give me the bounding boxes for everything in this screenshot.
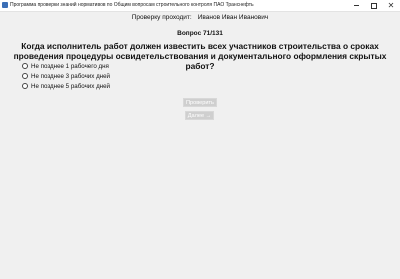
app-icon: [2, 2, 8, 8]
answer-option-label: Не позднее 5 рабочих дней: [31, 82, 110, 90]
close-icon: ✕: [387, 0, 395, 10]
maximize-button[interactable]: [367, 0, 381, 11]
app-window: Программа проверки знаний нормативов по …: [0, 0, 400, 279]
minimize-icon: [353, 5, 359, 6]
question-counter: Вопрос 71/131: [177, 30, 223, 37]
next-button[interactable]: Далее →: [185, 111, 214, 120]
answer-options: Не позднее 1 рабочего дня Не позднее 3 р…: [22, 61, 110, 91]
window-title: Программа проверки знаний нормативов по …: [10, 2, 254, 8]
answer-option[interactable]: Не позднее 5 рабочих дней: [22, 81, 110, 91]
check-button[interactable]: Проверить: [183, 98, 217, 107]
tester-info: Проверку проходит: Иванов Иван Иванович: [0, 14, 400, 21]
answer-option[interactable]: Не позднее 1 рабочего дня: [22, 61, 110, 71]
title-bar[interactable]: Программа проверки знаний нормативов по …: [0, 0, 400, 12]
radio-button[interactable]: [22, 63, 28, 69]
radio-button[interactable]: [22, 73, 28, 79]
radio-button[interactable]: [22, 83, 28, 89]
answer-option-label: Не позднее 1 рабочего дня: [31, 62, 109, 70]
tester-label: Проверку проходит:: [131, 14, 192, 21]
answer-option-label: Не позднее 3 рабочих дней: [31, 72, 110, 80]
minimize-button[interactable]: [349, 0, 363, 11]
maximize-icon: [371, 2, 377, 9]
answer-option[interactable]: Не позднее 3 рабочих дней: [22, 71, 110, 81]
tester-name: Иванов Иван Иванович: [197, 14, 269, 21]
close-button[interactable]: ✕: [384, 0, 398, 11]
